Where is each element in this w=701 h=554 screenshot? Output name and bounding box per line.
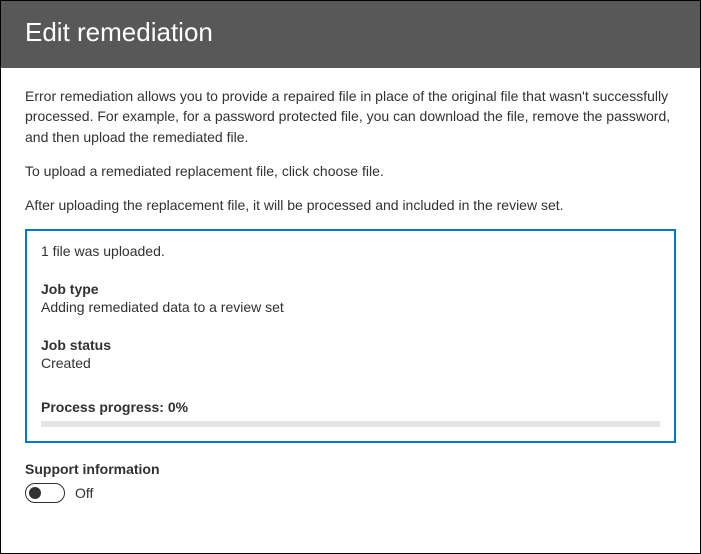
support-toggle-row: Off: [25, 483, 676, 503]
progress-bar: [41, 421, 660, 427]
toggle-knob-icon: [29, 487, 41, 499]
upload-hint-text: To upload a remediated replacement file,…: [25, 161, 676, 181]
support-toggle[interactable]: [25, 483, 65, 503]
job-type-label: Job type: [41, 281, 660, 297]
page-title: Edit remediation: [25, 17, 676, 48]
upload-message: 1 file was uploaded.: [41, 243, 660, 259]
after-upload-text: After uploading the replacement file, it…: [25, 195, 676, 215]
job-status-label: Job status: [41, 337, 660, 353]
panel-content: Error remediation allows you to provide …: [1, 68, 700, 513]
status-box: 1 file was uploaded. Job type Adding rem…: [25, 229, 676, 443]
support-section: Support information Off: [25, 461, 676, 503]
job-type-section: Job type Adding remediated data to a rev…: [41, 281, 660, 315]
panel-header: Edit remediation: [1, 1, 700, 68]
job-status-value: Created: [41, 355, 660, 371]
progress-label: Process progress: 0%: [41, 399, 660, 415]
support-toggle-label: Off: [75, 485, 93, 501]
progress-section: Process progress: 0%: [41, 399, 660, 427]
job-type-value: Adding remediated data to a review set: [41, 299, 660, 315]
job-status-section: Job status Created: [41, 337, 660, 371]
support-title: Support information: [25, 461, 676, 477]
intro-text: Error remediation allows you to provide …: [25, 86, 676, 147]
